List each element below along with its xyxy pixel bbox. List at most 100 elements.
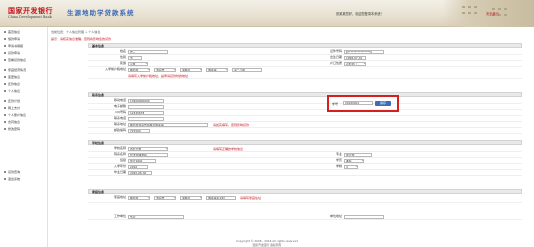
bank-logo-english: China Development Bank — [8, 15, 52, 19]
mobile-field[interactable]: 13900000000 — [128, 99, 164, 103]
sidebar-item[interactable]: 申请书填报 — [4, 44, 23, 48]
phone-label: 联系电话 — [113, 116, 126, 120]
gender-field[interactable]: 男 — [128, 56, 142, 60]
sidebar-item[interactable]: 还款计划 — [4, 99, 20, 103]
bullet-icon — [4, 100, 6, 102]
birth-label: 出生日期 — [329, 55, 342, 59]
class-field[interactable]: 会计1601 — [128, 159, 156, 163]
home-city-select[interactable]: 渭南市 — [154, 196, 176, 200]
birth-field[interactable]: 1998-07-01 — [344, 56, 366, 60]
bullet-icon — [4, 52, 6, 54]
grad-label: 毕业日期 — [113, 170, 126, 174]
contact-note: 请如实填写，否则影响贷款 — [213, 123, 250, 127]
form-row: 家庭地址 陕西省 渭南市 蒲城县 城关镇某某村 请填写家庭住址 — [88, 195, 522, 203]
header-banner: 国家开发银行 China Development Bank 生源地助学贷款系统 … — [0, 0, 534, 27]
province-select[interactable]: 陕西省 — [128, 68, 150, 72]
logout-link[interactable]: 安全退出 — [486, 11, 499, 16]
home-detail-field[interactable]: 城关镇某某村 — [206, 196, 236, 200]
footer-owner: 国家开发银行 版权所有 — [252, 243, 282, 247]
email-field[interactable] — [128, 105, 164, 109]
system-title: 生源地助学贷款系统 — [67, 9, 135, 17]
sidebar-item[interactable]: 借款申请 — [4, 37, 20, 41]
bullet-icon — [4, 128, 6, 130]
notice-text: 提示：请核实信息准确，否则将影响您的贷款 — [51, 37, 112, 41]
college-field[interactable]: 经济管理学院 — [128, 153, 168, 157]
sidebar-item[interactable]: 变更信息 — [4, 75, 20, 79]
sidebar-item[interactable]: 个人账户信息 — [4, 113, 26, 117]
enroll-field[interactable]: 2016 — [128, 165, 148, 169]
profile-form: 基本信息 姓名 张三 证件号码 6****************X 性别 男 … — [88, 43, 522, 235]
gender-label: 性别 — [119, 55, 126, 59]
home-county-select[interactable]: 蒲城县 — [180, 196, 202, 200]
form-row: 毕业日期 2020-06-30 — [88, 170, 522, 176]
phone-field[interactable] — [128, 117, 164, 121]
contact-address-label: 联系地址 — [113, 122, 126, 126]
school-note: 请填写正确的学校信息 — [213, 147, 244, 151]
town-select[interactable]: 城关镇 — [206, 68, 228, 72]
email-label: 电子邮箱 — [113, 104, 126, 108]
student-id-field[interactable]: 20160001 — [343, 101, 373, 105]
village-field[interactable]: 第二小组 — [232, 68, 262, 72]
major-field[interactable]: 会计学 — [344, 153, 372, 157]
school-label: 学校名称 — [113, 146, 126, 150]
grad-field[interactable]: 2020-06-30 — [128, 171, 152, 175]
college-label: 院系名称 — [113, 152, 126, 156]
sidebar-item[interactable]: 修改密码 — [4, 127, 20, 131]
county-select[interactable]: 蒲城县 — [180, 68, 202, 72]
work-address-field[interactable] — [344, 215, 384, 219]
name-field[interactable]: 张三 — [128, 50, 168, 54]
save-button[interactable]: 保存 — [375, 100, 391, 106]
bullet-icon — [4, 76, 6, 78]
degree-label: 学历 — [335, 158, 342, 162]
sidebar-item[interactable]: 查看贷款信息 — [4, 58, 26, 62]
bullet-icon — [4, 38, 6, 40]
hukou-label: 户口性质 — [329, 61, 342, 65]
city-select[interactable]: 渭南市 — [154, 68, 176, 72]
sidebar-item[interactable]: 贷款查询 — [4, 170, 20, 174]
form-row: 入学前户籍地址 陕西省 渭南市 蒲城县 城关镇 第二小组 请填写入学前户籍地址，… — [88, 67, 522, 79]
school-select[interactable]: 西北大学 — [128, 147, 168, 151]
contact-address-field[interactable]: 陕西省渭南市蒲城县城关镇 — [128, 123, 208, 127]
sidebar-item[interactable]: 个人信息 — [4, 89, 20, 93]
bullet-icon — [4, 107, 6, 109]
enroll-label: 入学年份 — [113, 164, 126, 168]
sidebar-item[interactable]: 贷款申请 — [4, 51, 20, 55]
section-basic-header: 基本信息 — [88, 43, 522, 48]
sidebar-nav: 首页信息 借款申请 申请书填报 贷款申请 查看贷款信息 家庭经济情况 变更信息 … — [0, 27, 48, 247]
address-label: 入学前户籍地址 — [104, 67, 126, 71]
length-select[interactable]: 4 — [344, 165, 358, 169]
sidebar-item[interactable]: 合同信息 — [4, 120, 20, 124]
nation-select[interactable]: 汉族 — [128, 62, 148, 66]
bullet-icon — [4, 121, 6, 123]
postal-field[interactable]: 715500 — [128, 129, 150, 133]
home-province-select[interactable]: 陕西省 — [128, 196, 150, 200]
highlight-annotation: 学号 20160001 保存 — [327, 95, 399, 112]
sidebar-item[interactable]: 退出系统 — [4, 177, 20, 181]
section-family-header: 家庭信息 — [88, 189, 522, 194]
work-field[interactable]: 务农 — [128, 215, 184, 219]
sidebar-item[interactable]: 家庭经济情况 — [4, 68, 26, 72]
hukou-select[interactable]: 农村户口 — [344, 62, 366, 66]
qq-label: QQ号码 — [115, 110, 126, 114]
postal-label: 邮政编码 — [113, 128, 126, 132]
bullet-icon — [4, 31, 6, 33]
section-contact-header: 联系信息 — [88, 92, 522, 97]
qq-field[interactable]: 12345678 — [128, 111, 164, 115]
sidebar-item[interactable]: 网上支付 — [4, 106, 20, 110]
bullet-icon — [4, 90, 6, 92]
section-school-header: 学校信息 — [88, 140, 522, 145]
form-row: 工作单位 务农 单位地址 — [88, 214, 522, 220]
home-label: 家庭地址 — [113, 195, 126, 199]
nation-label: 民族 — [119, 61, 126, 65]
address-note: 请填写入学前户籍地址，是申请贷款时的地址 — [128, 74, 189, 78]
form-row: 邮政编码 715500 — [88, 128, 522, 134]
user-greeting: 张某某您好，欢迎您登录本系统！ — [336, 12, 384, 16]
sidebar-item[interactable]: 首页信息 — [4, 30, 20, 34]
bullet-icon — [4, 171, 6, 173]
bullet-icon — [4, 83, 6, 85]
degree-select[interactable]: 本科 — [344, 159, 364, 163]
bullet-icon — [4, 178, 6, 180]
major-label: 专业 — [335, 152, 342, 156]
id-field[interactable]: 6****************X — [344, 50, 384, 54]
sidebar-item[interactable]: 还款信息 — [4, 82, 20, 86]
